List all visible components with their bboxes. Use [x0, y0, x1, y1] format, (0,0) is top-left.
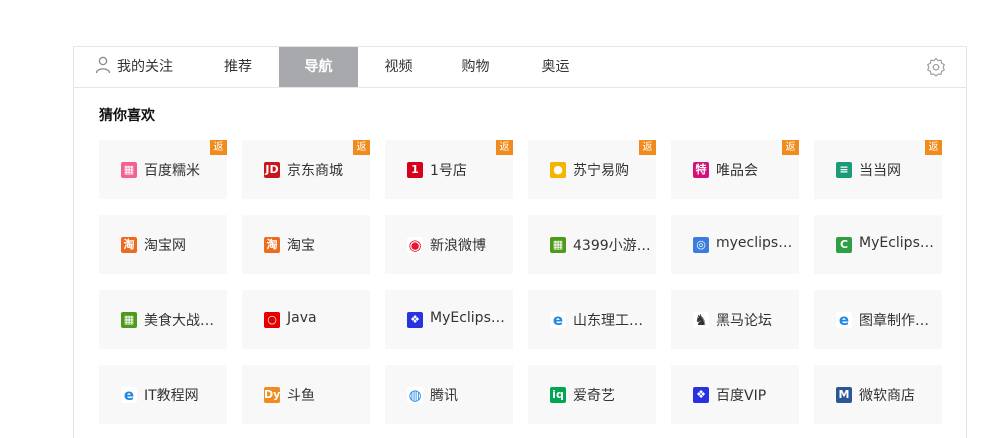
site-tile[interactable]: ▦ 美食大战…: [99, 290, 227, 349]
tab-shopping[interactable]: 购物: [436, 47, 515, 87]
tab-recommend[interactable]: 推荐: [198, 47, 278, 87]
tab-olympics[interactable]: 奥运: [516, 47, 595, 87]
site-tile[interactable]: ● 苏宁易购返: [528, 140, 656, 199]
site-label: 百度糯米: [144, 163, 200, 179]
cashback-badge: 返: [925, 140, 942, 155]
ie-icon: e: [836, 312, 852, 328]
site-tile[interactable]: ○ Java: [242, 290, 370, 349]
site-tile[interactable]: ❖ MyEclips…: [385, 290, 513, 349]
user-icon: [95, 56, 111, 74]
4399-icon: ▦: [550, 237, 566, 253]
site-label: 淘宝网: [144, 238, 186, 254]
site-label: 苏宁易购: [573, 163, 629, 179]
tab-bar: 我的关注 推荐 导航 视频 购物 奥运: [74, 47, 966, 88]
site-label: 图章制作…: [859, 313, 929, 329]
site-tile[interactable]: ▦ 百度糯米返: [99, 140, 227, 199]
tab-label: 视频: [384, 59, 413, 75]
suning-icon: ●: [550, 162, 566, 178]
site-tile[interactable]: C MyEclips…: [814, 215, 942, 274]
vip-icon: 特: [693, 162, 709, 178]
cashback-badge: 返: [353, 140, 370, 155]
site-label: 黑马论坛: [716, 313, 772, 329]
site-tile[interactable]: 1 1号店 返: [385, 140, 513, 199]
cashback-badge: 返: [210, 140, 227, 155]
site-label: 京东商城: [287, 163, 343, 179]
site-label: 淘宝: [287, 238, 315, 254]
cashback-badge: 返: [496, 140, 513, 155]
dangdang-icon: ≡: [836, 162, 852, 178]
taobao-icon: 淘: [264, 237, 280, 253]
site-tile[interactable]: ♞ 黑马论坛: [671, 290, 799, 349]
nuomi-icon: ▦: [121, 162, 137, 178]
site-label: 当当网: [859, 163, 901, 179]
site-tile[interactable]: 淘淘宝: [242, 215, 370, 274]
site-tile[interactable]: JD 京东商城返: [242, 140, 370, 199]
site-label: 唯品会: [716, 163, 758, 179]
site-label: 腾讯: [430, 388, 458, 404]
site-tile[interactable]: M 微软商店: [814, 365, 942, 424]
ie-icon: e: [550, 312, 566, 328]
site-tile[interactable]: ≡ 当当网 返: [814, 140, 942, 199]
tencent-icon: ◍: [407, 387, 423, 403]
site-label: MyEclips…: [430, 310, 505, 326]
ie-icon: e: [121, 387, 137, 403]
tab-label: 导航: [304, 59, 333, 75]
site-tile[interactable]: 特唯品会 返: [671, 140, 799, 199]
site-tile[interactable]: ▦ 4399小游…: [528, 215, 656, 274]
site-label: 1号店: [430, 163, 467, 179]
site-tile[interactable]: ◎ myeclips…: [671, 215, 799, 274]
site-tile[interactable]: ◍ 腾讯: [385, 365, 513, 424]
site-label: 微软商店: [859, 388, 915, 404]
cashback-badge: 返: [639, 140, 656, 155]
douyu-icon: Dy: [264, 387, 280, 403]
tab-label: 购物: [461, 59, 490, 75]
site-tile[interactable]: Dy 斗鱼: [242, 365, 370, 424]
site-tile[interactable]: ❖ 百度VIP: [671, 365, 799, 424]
site-label: 4399小游…: [573, 238, 651, 254]
tab-my-follow[interactable]: 我的关注: [94, 47, 174, 87]
baidu-paw-icon: ❖: [693, 387, 709, 403]
iqiyi-icon: iq: [550, 387, 566, 403]
site-label: 山东理工…: [573, 313, 643, 329]
site-tile[interactable]: e 图章制作…: [814, 290, 942, 349]
gear-icon[interactable]: [926, 57, 946, 77]
site-label: 爱奇艺: [573, 388, 615, 404]
site-label: Java: [287, 310, 317, 326]
site-label: 斗鱼: [287, 388, 315, 404]
site-label: 百度VIP: [716, 388, 767, 404]
chrome-icon: C: [836, 237, 852, 253]
baidu-paw-icon: ❖: [407, 312, 423, 328]
site-tile[interactable]: 淘淘宝网: [99, 215, 227, 274]
site-label: 美食大战…: [144, 313, 214, 329]
ms-store-icon: M: [836, 387, 852, 403]
tab-label: 我的关注: [117, 59, 173, 75]
site-label: myeclips…: [716, 235, 793, 251]
site-tile[interactable]: iq 爱奇艺: [528, 365, 656, 424]
site-tile[interactable]: ◉ 新浪微博: [385, 215, 513, 274]
tab-video[interactable]: 视频: [359, 47, 438, 87]
site-label: IT教程网: [144, 388, 199, 404]
site-tile[interactable]: e IT教程网: [99, 365, 227, 424]
yhd-icon: 1: [407, 162, 423, 178]
section-title-guess-you-like: 猜你喜欢: [99, 108, 155, 124]
taobao-icon: 淘: [121, 237, 137, 253]
tab-label: 奥运: [541, 59, 570, 75]
navigation-panel: 我的关注 推荐 导航 视频 购物 奥运 猜你喜欢 ▦ 百度糯米返 JD 京东商城返 1 1…: [73, 46, 967, 438]
jd-icon: JD: [264, 162, 280, 178]
oracle-icon: ○: [264, 312, 280, 328]
site-label: 新浪微博: [430, 238, 486, 254]
cashback-badge: 返: [782, 140, 799, 155]
globe-icon: ◎: [693, 237, 709, 253]
tab-label: 推荐: [224, 59, 252, 75]
horse-icon: ♞: [693, 312, 709, 328]
tab-navigation[interactable]: 导航: [279, 47, 358, 87]
weibo-icon: ◉: [407, 237, 423, 253]
game-icon: ▦: [121, 312, 137, 328]
site-label: MyEclips…: [859, 235, 934, 251]
site-tile[interactable]: e 山东理工…: [528, 290, 656, 349]
